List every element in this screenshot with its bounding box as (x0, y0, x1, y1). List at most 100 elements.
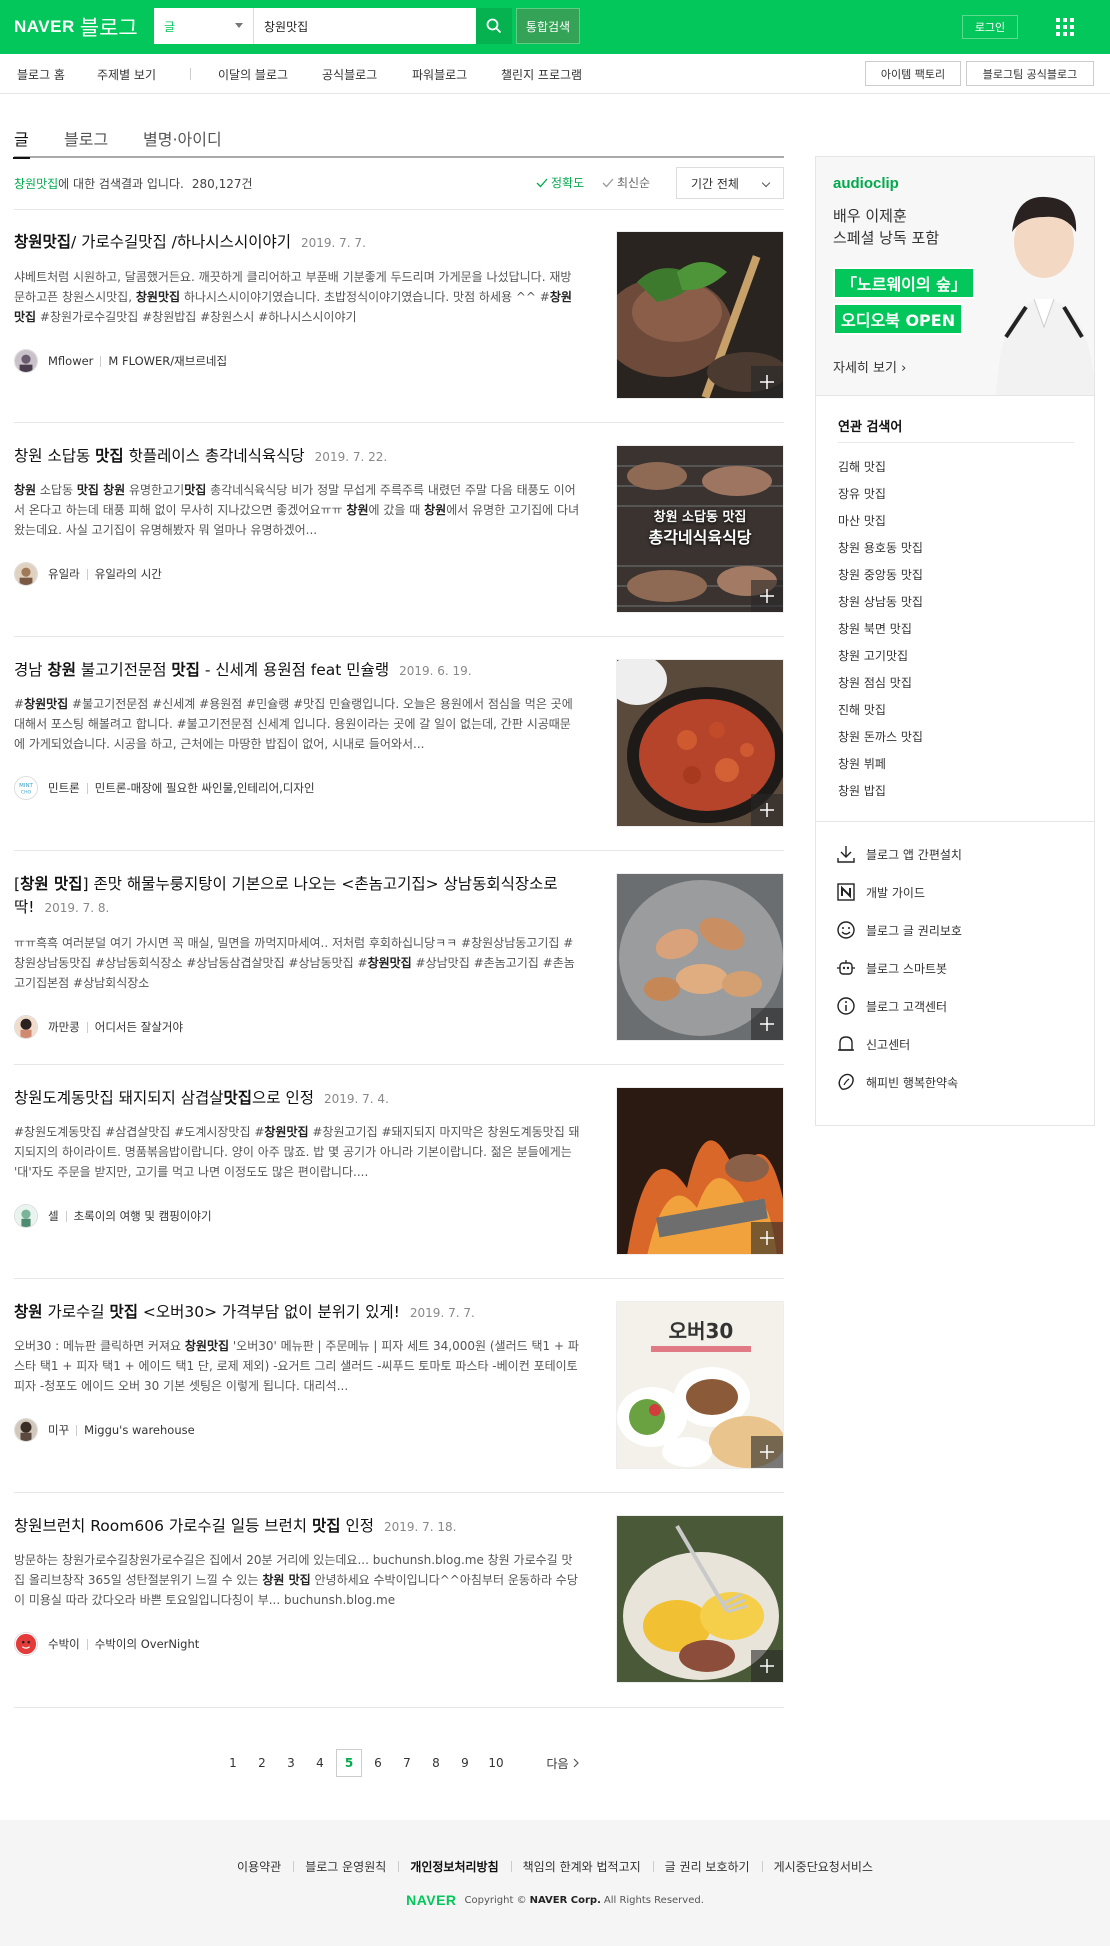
related-item[interactable]: 창원 밥집 (838, 778, 923, 805)
page-link[interactable]: 4 (307, 1749, 333, 1777)
result-author[interactable]: 미꾸 Miggu's warehouse (14, 1418, 195, 1442)
related-item[interactable]: 창원 뷔페 (838, 751, 923, 778)
page-link[interactable]: 8 (423, 1749, 449, 1777)
page-link[interactable]: 7 (394, 1749, 420, 1777)
page-link[interactable]: 6 (365, 1749, 391, 1777)
result-author[interactable]: Mflower M FLOWER/재브르네집 (14, 349, 227, 373)
footer-link-takedown[interactable]: 게시중단요청서비스 (761, 1858, 885, 1875)
plus-icon[interactable] (751, 794, 783, 826)
related-item[interactable]: 김해 맛집 (838, 454, 923, 481)
footer-link-disclaimer[interactable]: 책임의 한계와 법적고지 (510, 1858, 653, 1875)
nav-power-blog[interactable]: 파워블로그 (412, 66, 467, 83)
tool-app-install[interactable]: 블로그 앱 간편설치 (836, 844, 962, 864)
nav-blog-home[interactable]: 블로그 홈 (17, 66, 65, 83)
result-thumbnail[interactable] (616, 231, 784, 399)
footer-link-terms[interactable]: 이용약관 (225, 1858, 293, 1875)
plus-icon[interactable] (751, 1008, 783, 1040)
related-item[interactable]: 창원 북면 맛집 (838, 616, 923, 643)
search-type-select[interactable]: 글 (154, 8, 254, 44)
search-button[interactable] (476, 8, 512, 44)
plus-icon[interactable] (751, 366, 783, 398)
total-search-button[interactable]: 통합검색 (516, 8, 580, 44)
tool-customer-center[interactable]: 블로그 고객센터 (836, 996, 947, 1016)
page-link[interactable]: 2 (249, 1749, 275, 1777)
results-header: 창원맛집에 대한 검색결과 입니다. 280,127건 정확도 최신순 기간 전체 (14, 167, 784, 201)
related-item[interactable]: 창원 점심 맛집 (838, 670, 923, 697)
avatar (14, 349, 38, 373)
search-input[interactable] (254, 9, 476, 43)
result-title[interactable]: 경남 창원 불고기전문점 맛집 - 신세계 용원점 feat 민슐랭 2019. … (14, 659, 580, 683)
period-dropdown[interactable]: 기간 전체 (676, 167, 784, 199)
footer-link-operating-policy[interactable]: 블로그 운영원칙 (293, 1858, 398, 1875)
tool-happybean[interactable]: 해피빈 행복한약속 (836, 1072, 958, 1092)
plus-icon[interactable] (751, 580, 783, 612)
result-thumbnail[interactable]: 창원 소답동 맛집 총각네식육식당 (616, 445, 784, 613)
related-item[interactable]: 창원 돈까스 맛집 (838, 724, 923, 751)
sort-accuracy[interactable]: 정확도 (536, 174, 584, 191)
audioclip-banner[interactable]: audioclip 배우 이제훈 스페셜 낭독 포함 「노르웨이의 숲」 오디오… (815, 156, 1095, 396)
plus-icon[interactable] (751, 1650, 783, 1682)
related-item[interactable]: 진해 맛집 (838, 697, 923, 724)
footer: 이용약관 블로그 운영원칙 개인정보처리방침 책임의 한계와 법적고지 글 권리… (0, 1820, 1110, 1946)
nav-official-blog[interactable]: 공식블로그 (322, 66, 377, 83)
related-item[interactable]: 마산 맛집 (838, 508, 923, 535)
nav-blog-of-month[interactable]: 이달의 블로그 (218, 66, 288, 83)
page-link[interactable]: 9 (452, 1749, 478, 1777)
result-date: 2019. 7. 4. (324, 1092, 389, 1106)
tool-smartbot[interactable]: 블로그 스마트봇 (836, 958, 947, 978)
avatar: MINTCHO (14, 776, 38, 800)
related-item[interactable]: 장유 맛집 (838, 481, 923, 508)
result-title[interactable]: 창원브런치 Room606 가로수길 일등 브런치 맛집 인정 2019. 7. … (14, 1515, 580, 1539)
tab-nickname-id[interactable]: 별명·아이디 (143, 126, 222, 150)
result-author[interactable]: 셀 초록이의 여행 및 캠핑이야기 (14, 1204, 212, 1228)
item-factory-button[interactable]: 아이템 팩토리 (865, 61, 961, 86)
next-page-button[interactable]: 다음 (538, 1749, 588, 1777)
robot-icon (837, 960, 855, 975)
page-link[interactable]: 10 (483, 1749, 509, 1777)
tab-posts[interactable]: 글 (13, 126, 30, 159)
plus-icon[interactable] (751, 1436, 783, 1468)
tool-copyright-protection[interactable]: 블로그 글 권리보호 (836, 920, 962, 940)
tab-blogs[interactable]: 블로그 (64, 126, 108, 150)
result-title[interactable]: 창원 가로수길 맛집 <오버30> 가격부담 없이 분위기 있게! 2019. 7… (14, 1301, 580, 1325)
result-author[interactable]: 유일라 유일라의 시간 (14, 562, 162, 586)
author-name: 수박이 (48, 1637, 80, 1651)
nav-topic-view[interactable]: 주제별 보기 (97, 66, 156, 83)
result-author[interactable]: MINT CHO 민트론 민트론-매장에 필요한 싸인물,인테리어,디자인 (14, 776, 315, 800)
naver-footer-logo[interactable]: NAVER (406, 1892, 456, 1908)
sort-recent[interactable]: 최신순 (602, 174, 650, 191)
ad-more-link[interactable]: 자세히 보기 › (833, 357, 906, 376)
apps-grid-icon[interactable] (1052, 14, 1078, 40)
footer-link-privacy[interactable]: 개인정보처리방침 (398, 1858, 510, 1875)
result-thumbnail[interactable] (616, 873, 784, 1041)
result-thumbnail[interactable]: 오버30 (616, 1301, 784, 1469)
result-author[interactable]: 수박이 수박이의 OverNight (14, 1632, 199, 1656)
naver-blog-logo[interactable]: NAVER 블로그 (14, 12, 138, 42)
tool-report-center[interactable]: 신고센터 (836, 1034, 910, 1054)
result-title[interactable]: 창원맛집/ 가로수길맛집 /하나시스시이야기 2019. 7. 7. (14, 231, 580, 255)
page-link-current[interactable]: 5 (336, 1749, 362, 1777)
nav-challenge-program[interactable]: 챌린지 프로그램 (501, 66, 582, 83)
copyright-corp[interactable]: NAVER Corp. (530, 1895, 601, 1906)
result-title[interactable]: [창원 맛집] 존맛 해물누룽지탕이 기본으로 나오는 <촌놈고기집> 상남동회… (14, 873, 580, 920)
related-item[interactable]: 창원 상남동 맛집 (838, 589, 923, 616)
result-title[interactable]: 창원 소답동 맛집 핫플레이스 총각네식육식당 2019. 7. 22. (14, 445, 580, 469)
page-link[interactable]: 3 (278, 1749, 304, 1777)
result-thumbnail[interactable] (616, 659, 784, 827)
blog-team-official-button[interactable]: 블로그팀 공식블로그 (966, 61, 1094, 86)
divider (14, 209, 784, 210)
footer-link-rights-protection[interactable]: 글 권리 보호하기 (652, 1858, 762, 1875)
related-item[interactable]: 창원 용호동 맛집 (838, 535, 923, 562)
login-button[interactable]: 로그인 (962, 15, 1018, 39)
result-thumbnail[interactable] (616, 1515, 784, 1683)
plus-icon[interactable] (751, 1222, 783, 1254)
related-item[interactable]: 창원 고기맛집 (838, 643, 923, 670)
result-description: 샤베트처럼 시원하고, 달콤했거든요. 깨끗하게 클리어하고 부푼배 기분좋게 … (14, 270, 572, 324)
footer-copyright: NAVER Copyright © NAVER Corp. All Rights… (0, 1892, 1110, 1908)
related-item[interactable]: 창원 중앙동 맛집 (838, 562, 923, 589)
tool-dev-guide[interactable]: 개발 가이드 (836, 882, 925, 902)
page-link[interactable]: 1 (220, 1749, 246, 1777)
result-title[interactable]: 창원도계동맛집 돼지되지 삼겹살맛집으로 인정 2019. 7. 4. (14, 1087, 580, 1111)
result-thumbnail[interactable] (616, 1087, 784, 1255)
result-author[interactable]: 까만콩 어디서든 잘살거야 (14, 1015, 183, 1039)
